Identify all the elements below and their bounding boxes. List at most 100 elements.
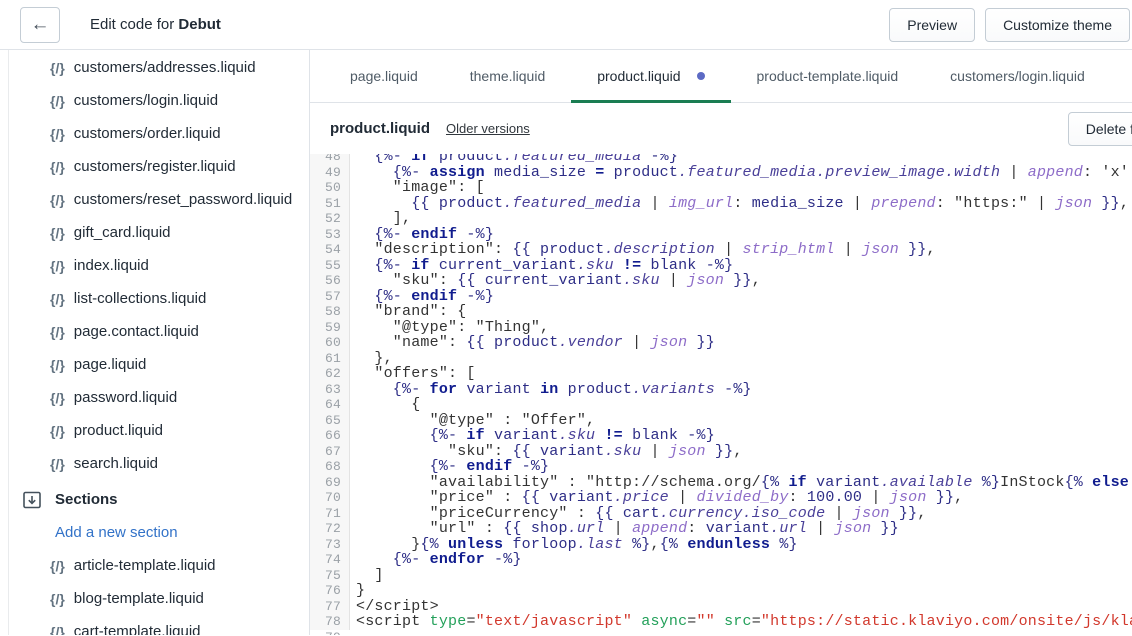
tab-label: product.liquid: [597, 68, 680, 84]
code-line[interactable]: "price" : {{ variant.price | divided_by:…: [356, 490, 1132, 506]
code-line[interactable]: "sku": {{ variant.sku | json }},: [356, 444, 1132, 460]
line-number: 61: [310, 351, 341, 367]
liquid-file-icon: {/}: [50, 291, 65, 307]
code-line[interactable]: {%- endif -%}: [356, 227, 1132, 243]
sidebar-item-customers/addresses.liquid[interactable]: {/}customers/addresses.liquid: [0, 51, 309, 84]
line-number: 63: [310, 382, 341, 398]
code-line[interactable]: "@type": "Thing",: [356, 320, 1132, 336]
code-line[interactable]: {%- endfor -%}: [356, 552, 1132, 568]
sections-header-label: Sections: [55, 491, 118, 508]
code-line[interactable]: "name": {{ product.vendor | json }}: [356, 335, 1132, 351]
delete-file-button[interactable]: Delete file: [1068, 112, 1132, 146]
code-editor[interactable]: 4849505152535455565758596061626364656667…: [310, 154, 1132, 635]
line-number: 67: [310, 444, 341, 460]
sidebar-item-page.contact.liquid[interactable]: {/} page.contact.liquid: [0, 315, 309, 348]
code-line[interactable]: "url" : {{ shop.url | append: variant.ur…: [356, 521, 1132, 537]
sidebar-item-customers/login.liquid[interactable]: {/}customers/login.liquid: [0, 84, 309, 117]
sidebar-item-label: page.contact.liquid: [74, 323, 199, 340]
liquid-file-icon: {/}: [50, 93, 65, 109]
unsaved-changes-dot-icon: [697, 72, 705, 80]
tab-product.liquid[interactable]: product.liquid: [571, 50, 730, 102]
tab-label: page.liquid: [350, 68, 418, 84]
sidebar-item-password.liquid[interactable]: {/} password.liquid: [0, 381, 309, 414]
back-button[interactable]: ←: [20, 7, 60, 43]
customize-theme-button[interactable]: Customize theme: [985, 8, 1130, 42]
code-line[interactable]: {%- endif -%}: [356, 289, 1132, 305]
add-section-link[interactable]: Add a new section: [0, 516, 309, 549]
line-number: 74: [310, 552, 341, 568]
file-sidebar: {/}customers/addresses.liquid{/}customer…: [0, 50, 310, 635]
current-file-name: product.liquid: [330, 120, 430, 137]
code-line[interactable]: {%- assign media_size = product.featured…: [356, 165, 1132, 181]
code-line[interactable]: </script>: [356, 599, 1132, 615]
code-line[interactable]: "image": [: [356, 180, 1132, 196]
code-line[interactable]: "sku": {{ current_variant.sku | json }},: [356, 273, 1132, 289]
line-number: 65: [310, 413, 341, 429]
code-line[interactable]: {%- for variant in product.variants -%}: [356, 382, 1132, 398]
tab-product-template.liquid[interactable]: product-template.liquid: [731, 50, 925, 102]
code-line[interactable]: {%- if current_variant.sku != blank -%}: [356, 258, 1132, 274]
tab-theme.liquid[interactable]: theme.liquid: [444, 50, 572, 102]
code-lines[interactable]: {%- if product.featured_media -%} {%- as…: [350, 154, 1132, 630]
code-line[interactable]: {%- if variant.sku != blank -%}: [356, 428, 1132, 444]
liquid-file-icon: {/}: [50, 390, 65, 406]
code-line[interactable]: "priceCurrency" : {{ cart.currency.iso_c…: [356, 506, 1132, 522]
code-line[interactable]: "@type" : "Offer",: [356, 413, 1132, 429]
sidebar-item-cart-template.liquid[interactable]: {/}cart-template.liquid: [0, 615, 309, 635]
line-number: 48: [310, 154, 341, 165]
code-line[interactable]: }{% unless forloop.last %},{% endunless …: [356, 537, 1132, 553]
sidebar-item-label: customers/order.liquid: [74, 125, 221, 142]
code-line[interactable]: {{ product.featured_media | img_url: med…: [356, 196, 1132, 212]
sidebar-item-product.liquid[interactable]: {/}product.liquid: [0, 414, 309, 447]
code-line[interactable]: "availability" : "http://schema.org/{% i…: [356, 475, 1132, 491]
sidebar-item-list-collections.liquid[interactable]: {/}list-collections.liquid: [0, 282, 309, 315]
sidebar-item-index.liquid[interactable]: {/}index.liquid: [0, 249, 309, 282]
preview-button[interactable]: Preview: [889, 8, 975, 42]
code-line[interactable]: ]: [356, 568, 1132, 584]
tab-label: customers/login.liquid: [950, 68, 1085, 84]
line-number: 54: [310, 242, 341, 258]
line-number: 64: [310, 397, 341, 413]
main-panel: page.liquid theme.liquid product.liquid pro…: [310, 50, 1132, 635]
code-line[interactable]: "offers": [: [356, 366, 1132, 382]
line-number: 52: [310, 211, 341, 227]
line-number: 69: [310, 475, 341, 491]
layout: {/}customers/addresses.liquid{/}customer…: [0, 50, 1132, 635]
sidebar-item-customers/register.liquid[interactable]: {/}customers/register.liquid: [0, 150, 309, 183]
liquid-file-icon: {/}: [50, 192, 65, 208]
code-line[interactable]: },: [356, 351, 1132, 367]
sections-header[interactable]: Sections: [0, 483, 309, 516]
code-line[interactable]: {%- endif -%}: [356, 459, 1132, 475]
sections-folder-icon: [22, 490, 42, 510]
tab-bar: page.liquid theme.liquid product.liquid pro…: [310, 50, 1132, 103]
code-line[interactable]: }: [356, 583, 1132, 599]
sidebar-item-label: password.liquid: [74, 389, 177, 406]
liquid-file-icon: {/}: [50, 324, 65, 340]
line-number: 71: [310, 506, 341, 522]
sidebar-item-customers/order.liquid[interactable]: {/} customers/order.liquid: [0, 117, 309, 150]
sidebar-item-customers/reset_password.liquid[interactable]: {/}customers/reset_password.liquid: [0, 183, 309, 216]
sidebar-item-search.liquid[interactable]: {/}search.liquid: [0, 447, 309, 480]
code-line[interactable]: <script type="text/javascript" async="" …: [356, 614, 1132, 630]
code-line[interactable]: ],: [356, 211, 1132, 227]
page-title-prefix: Edit code for: [90, 16, 178, 33]
sidebar-item-label: page.liquid: [74, 356, 147, 373]
tab-page.liquid[interactable]: page.liquid: [324, 50, 444, 102]
liquid-file-icon: {/}: [50, 126, 65, 142]
line-number: 56: [310, 273, 341, 289]
liquid-file-icon: {/}: [50, 423, 65, 439]
sidebar-item-blog-template.liquid[interactable]: {/}blog-template.liquid: [0, 582, 309, 615]
sidebar-item-label: customers/addresses.liquid: [74, 59, 256, 76]
sidebar-item-label: cart-template.liquid: [74, 623, 201, 635]
sidebar-item-page.liquid[interactable]: {/}page.liquid: [0, 348, 309, 381]
code-line[interactable]: "brand": {: [356, 304, 1132, 320]
tab-customers/login.liquid[interactable]: customers/login.liquid: [924, 50, 1111, 102]
code-line[interactable]: {: [356, 397, 1132, 413]
line-number: 77: [310, 599, 341, 615]
line-number: 57: [310, 289, 341, 305]
sidebar-item-article-template.liquid[interactable]: {/}article-template.liquid: [0, 549, 309, 582]
older-versions-link[interactable]: Older versions: [446, 121, 530, 136]
sidebar-item-gift_card.liquid[interactable]: {/}gift_card.liquid: [0, 216, 309, 249]
line-number: 60: [310, 335, 341, 351]
code-line[interactable]: "description": {{ product.description | …: [356, 242, 1132, 258]
